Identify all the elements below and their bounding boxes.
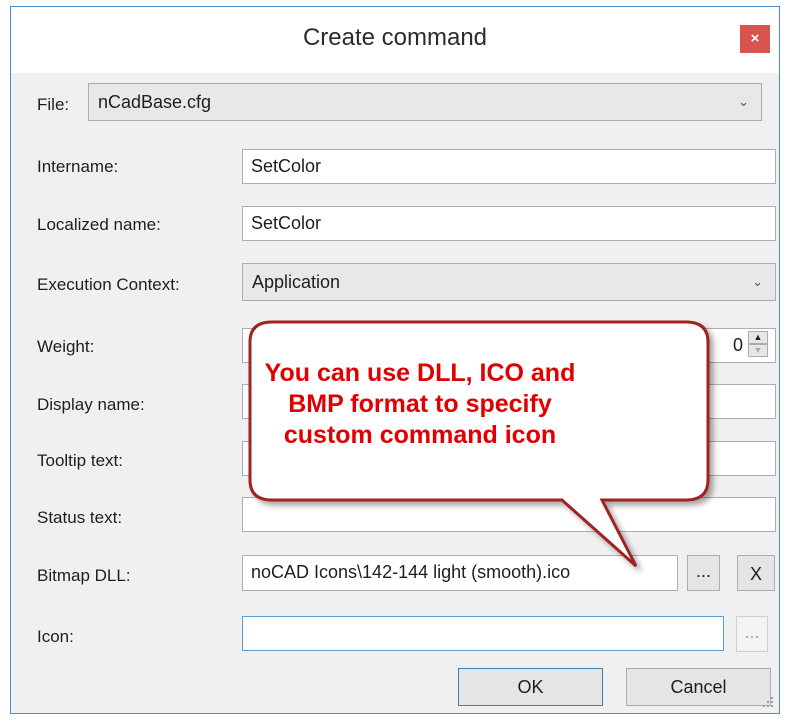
callout-line: BMP format to specify — [288, 390, 552, 418]
callout-text: You can use DLL, ICO and BMP format to s… — [238, 358, 602, 451]
callout-line: custom command icon — [283, 421, 557, 449]
callout-line: You can use DLL, ICO and — [264, 359, 576, 387]
